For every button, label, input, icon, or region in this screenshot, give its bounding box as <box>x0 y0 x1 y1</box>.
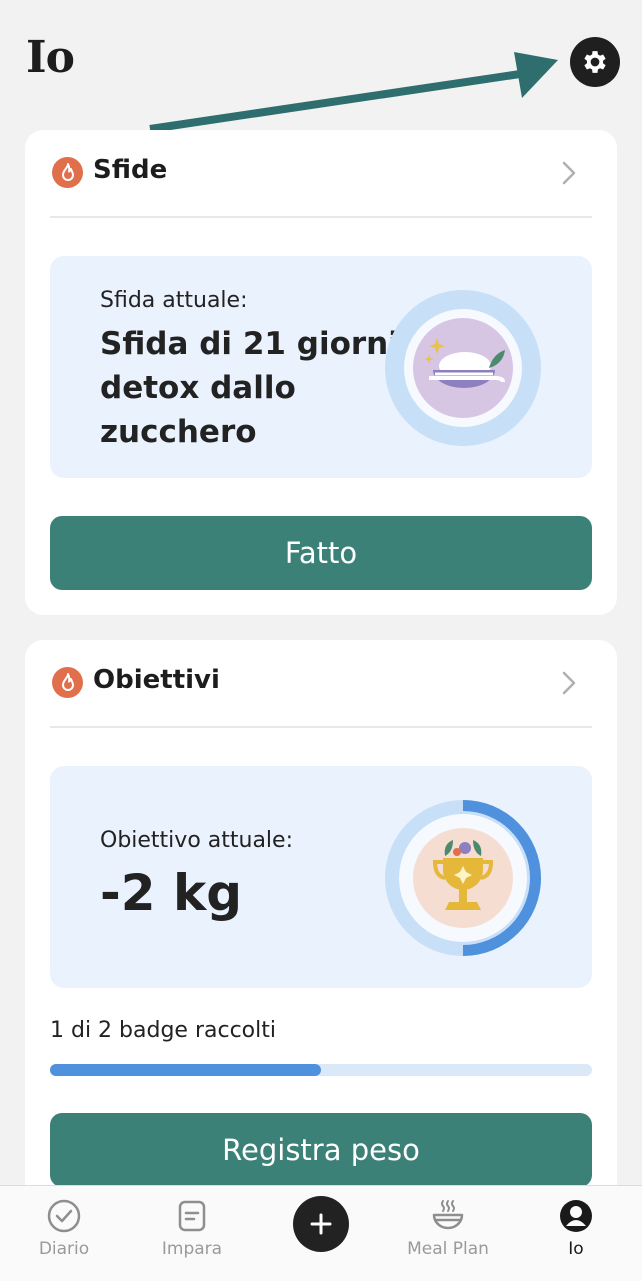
detox-bowl-illustration <box>385 290 541 446</box>
badges-collected-text: 1 di 2 badge raccolti <box>50 1018 276 1043</box>
annotation-arrow <box>149 52 558 133</box>
document-icon <box>178 1200 206 1232</box>
done-button[interactable]: Fatto <box>50 516 592 590</box>
nav-item-meal-plan[interactable]: Meal Plan <box>384 1186 512 1281</box>
nav-label-diario: Diario <box>38 1239 90 1259</box>
challenges-header[interactable]: Sfide <box>25 130 617 218</box>
current-goal-label: Obiettivo attuale: <box>100 828 293 853</box>
plus-icon <box>310 1213 332 1235</box>
current-goal-value: -2 kg <box>100 864 242 922</box>
chevron-right-icon <box>562 161 576 185</box>
log-weight-button[interactable]: Registra peso <box>50 1113 592 1187</box>
nav-label-io: Io <box>568 1239 584 1259</box>
current-challenge-label: Sfida attuale: <box>100 288 248 313</box>
chevron-right-icon <box>562 671 576 695</box>
trophy-illustration <box>385 800 541 956</box>
gear-icon <box>584 51 606 73</box>
goals-title: Obiettivi <box>93 665 220 695</box>
challenges-title: Sfide <box>93 155 168 185</box>
divider <box>50 216 592 218</box>
settings-button[interactable] <box>570 37 620 87</box>
nav-item-diario[interactable]: Diario <box>0 1186 128 1281</box>
current-goal-panel[interactable]: Obiettivo attuale: -2 kg <box>50 766 592 988</box>
flame-icon <box>52 157 83 188</box>
current-challenge-panel[interactable]: Sfida attuale: Sfida di 21 giorni detox … <box>50 256 592 478</box>
add-button[interactable] <box>293 1196 349 1252</box>
user-icon <box>560 1200 592 1232</box>
current-challenge-name: Sfida di 21 giorni detox dallo zucchero <box>100 326 399 450</box>
check-circle-icon <box>47 1199 81 1233</box>
badges-progress-fill <box>50 1064 321 1076</box>
divider <box>50 726 592 728</box>
nav-label-impara: Impara <box>161 1239 223 1259</box>
flame-icon <box>52 667 83 698</box>
goals-card: Obiettivi Obiettivo attuale: -2 kg 1 di … <box>25 640 617 1210</box>
nav-label-meal-plan: Meal Plan <box>407 1239 489 1259</box>
challenges-card: Sfide Sfida attuale: Sfida di 21 giorni … <box>25 130 617 615</box>
badges-progress-bar <box>50 1064 592 1076</box>
nav-item-io[interactable]: Io <box>512 1186 640 1281</box>
bowl-icon <box>432 1200 464 1230</box>
goals-header[interactable]: Obiettivi <box>25 640 617 728</box>
nav-item-impara[interactable]: Impara <box>128 1186 256 1281</box>
